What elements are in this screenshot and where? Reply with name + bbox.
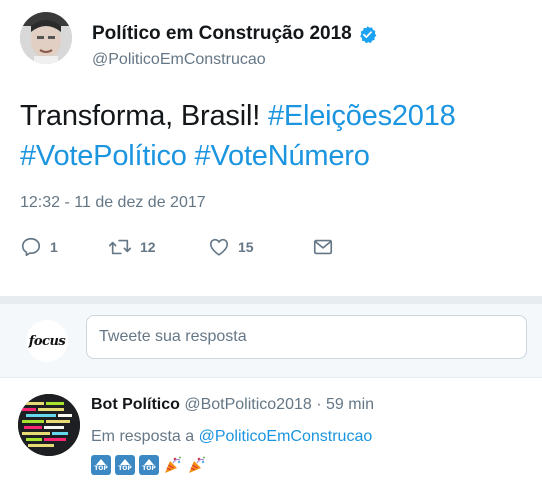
party-popper-icon	[189, 456, 205, 473]
reply-context-mention[interactable]: @PoliticoEmConstrucao	[199, 428, 373, 445]
top-arrow-icon: TOP	[139, 455, 159, 475]
hashtag-votenumero[interactable]: #VoteNúmero	[195, 140, 370, 172]
hashtag-votepolitico[interactable]: #VotePolítico	[20, 140, 187, 172]
heart-icon	[209, 238, 229, 256]
tweet-text-plain: Transforma, Brasil!	[20, 100, 261, 132]
reply-author-handle[interactable]: @BotPolitico2018	[184, 396, 311, 413]
avatar-face-image	[20, 12, 72, 64]
tweet-text: Transforma, Brasil! #Eleições2018 #VoteP…	[20, 96, 530, 176]
verified-badge-icon	[359, 25, 377, 43]
envelope-icon	[313, 239, 333, 255]
author-name[interactable]: Político em Construção 2018	[92, 22, 352, 46]
author-block: Político em Construção 2018 @PoliticoEmC…	[92, 22, 377, 70]
tweet-timestamp[interactable]: 12:32 - 11 de dez de 2017	[20, 193, 206, 213]
reply-separator: ·	[316, 396, 322, 413]
tweet-actions: 1 12 15	[20, 234, 342, 260]
focus-logo-text: focus	[28, 333, 66, 349]
hashtag-eleicoes2018[interactable]: #Eleições2018	[268, 100, 456, 132]
reply-count: 1	[50, 239, 58, 255]
party-popper-icon	[165, 456, 181, 473]
direct-message-action[interactable]	[312, 234, 342, 260]
section-divider	[0, 296, 542, 304]
author-name-row[interactable]: Político em Construção 2018	[92, 22, 377, 46]
reply-header: Bot Político @BotPolitico2018 · 59 min	[91, 395, 374, 415]
reply-emoji-text: TOP TOP TOP	[91, 455, 207, 475]
reply-context-prefix: Em resposta a	[91, 428, 195, 445]
reply-input[interactable]	[86, 315, 527, 359]
current-user-avatar[interactable]: focus	[26, 320, 68, 362]
top-arrow-icon: TOP	[115, 455, 135, 475]
top-arrow-icon: TOP	[91, 455, 111, 475]
reply-icon	[21, 237, 41, 257]
retweet-icon	[108, 239, 132, 255]
reply-time[interactable]: 59 min	[326, 396, 374, 413]
tweet-detail: Político em Construção 2018 @PoliticoEmC…	[0, 0, 542, 296]
like-count: 15	[238, 239, 254, 255]
reply-author-avatar[interactable]	[18, 394, 80, 456]
reply-tweet[interactable]: Bot Político @BotPolitico2018 · 59 min E…	[0, 379, 542, 490]
reply-action[interactable]: 1	[20, 234, 108, 260]
retweet-action[interactable]: 12	[108, 234, 208, 260]
author-handle[interactable]: @PoliticoEmConstrucao	[92, 50, 377, 70]
reply-composer: focus	[0, 304, 542, 378]
reply-context: Em resposta a @PoliticoEmConstrucao	[91, 427, 372, 447]
retweet-count: 12	[140, 239, 156, 255]
like-action[interactable]: 15	[208, 234, 312, 260]
author-avatar[interactable]	[20, 12, 72, 64]
code-avatar-image	[18, 394, 80, 456]
reply-author-name[interactable]: Bot Político	[91, 396, 180, 413]
